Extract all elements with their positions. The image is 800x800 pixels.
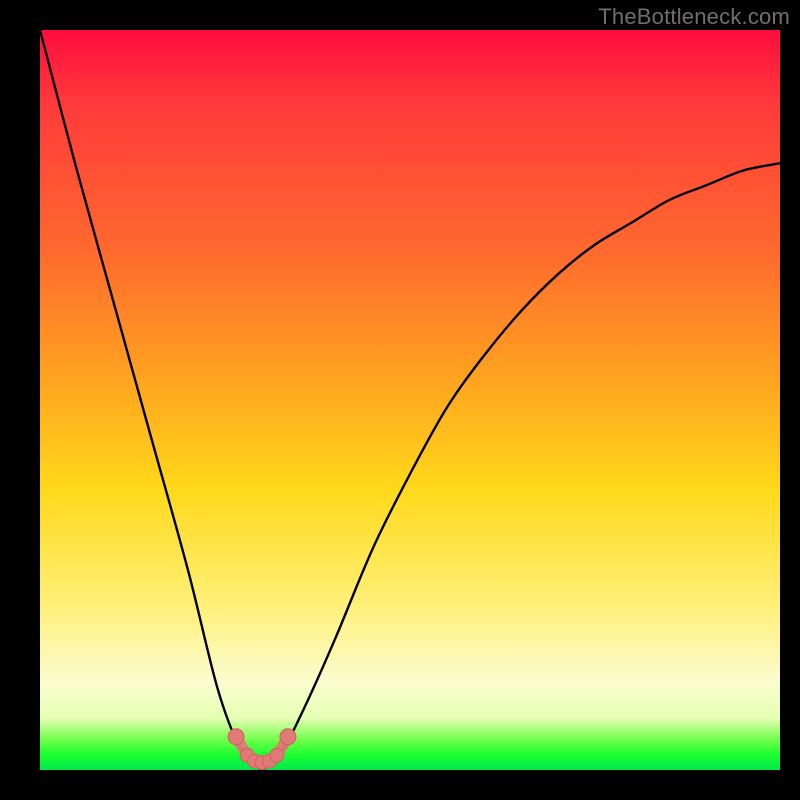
highlight-dots (228, 729, 296, 770)
bottleneck-curve (40, 30, 780, 770)
curve-svg (40, 30, 780, 770)
highlight-dot (228, 729, 244, 745)
highlight-dot (280, 729, 296, 745)
highlight-dot (270, 748, 284, 762)
chart-frame: TheBottleneck.com (0, 0, 800, 800)
plot-area (40, 30, 780, 770)
watermark-text: TheBottleneck.com (598, 4, 790, 30)
